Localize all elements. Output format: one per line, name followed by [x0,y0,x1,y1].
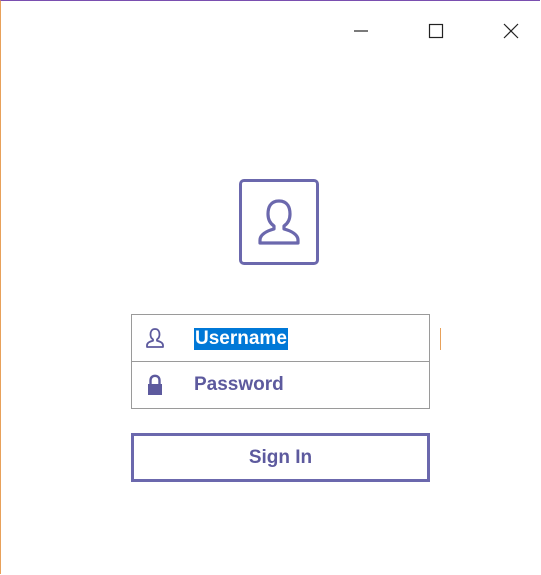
user-icon [258,199,300,245]
username-selection: Username [194,328,288,350]
close-button[interactable] [488,15,534,47]
title-bar [1,1,540,51]
sign-in-button[interactable]: Sign In [131,433,430,482]
maximize-icon [428,23,444,39]
lock-icon [144,373,166,397]
password-row [132,362,429,408]
minimize-button[interactable] [338,15,384,47]
username-row: Username [132,315,441,362]
minimize-icon [354,30,368,32]
avatar [239,179,319,265]
close-icon [503,23,519,39]
text-caret [440,328,441,350]
login-form: Username [131,314,441,409]
password-input[interactable] [194,370,421,400]
user-icon [144,326,166,350]
login-window: Username Sign In [0,0,540,574]
maximize-button[interactable] [413,15,459,47]
